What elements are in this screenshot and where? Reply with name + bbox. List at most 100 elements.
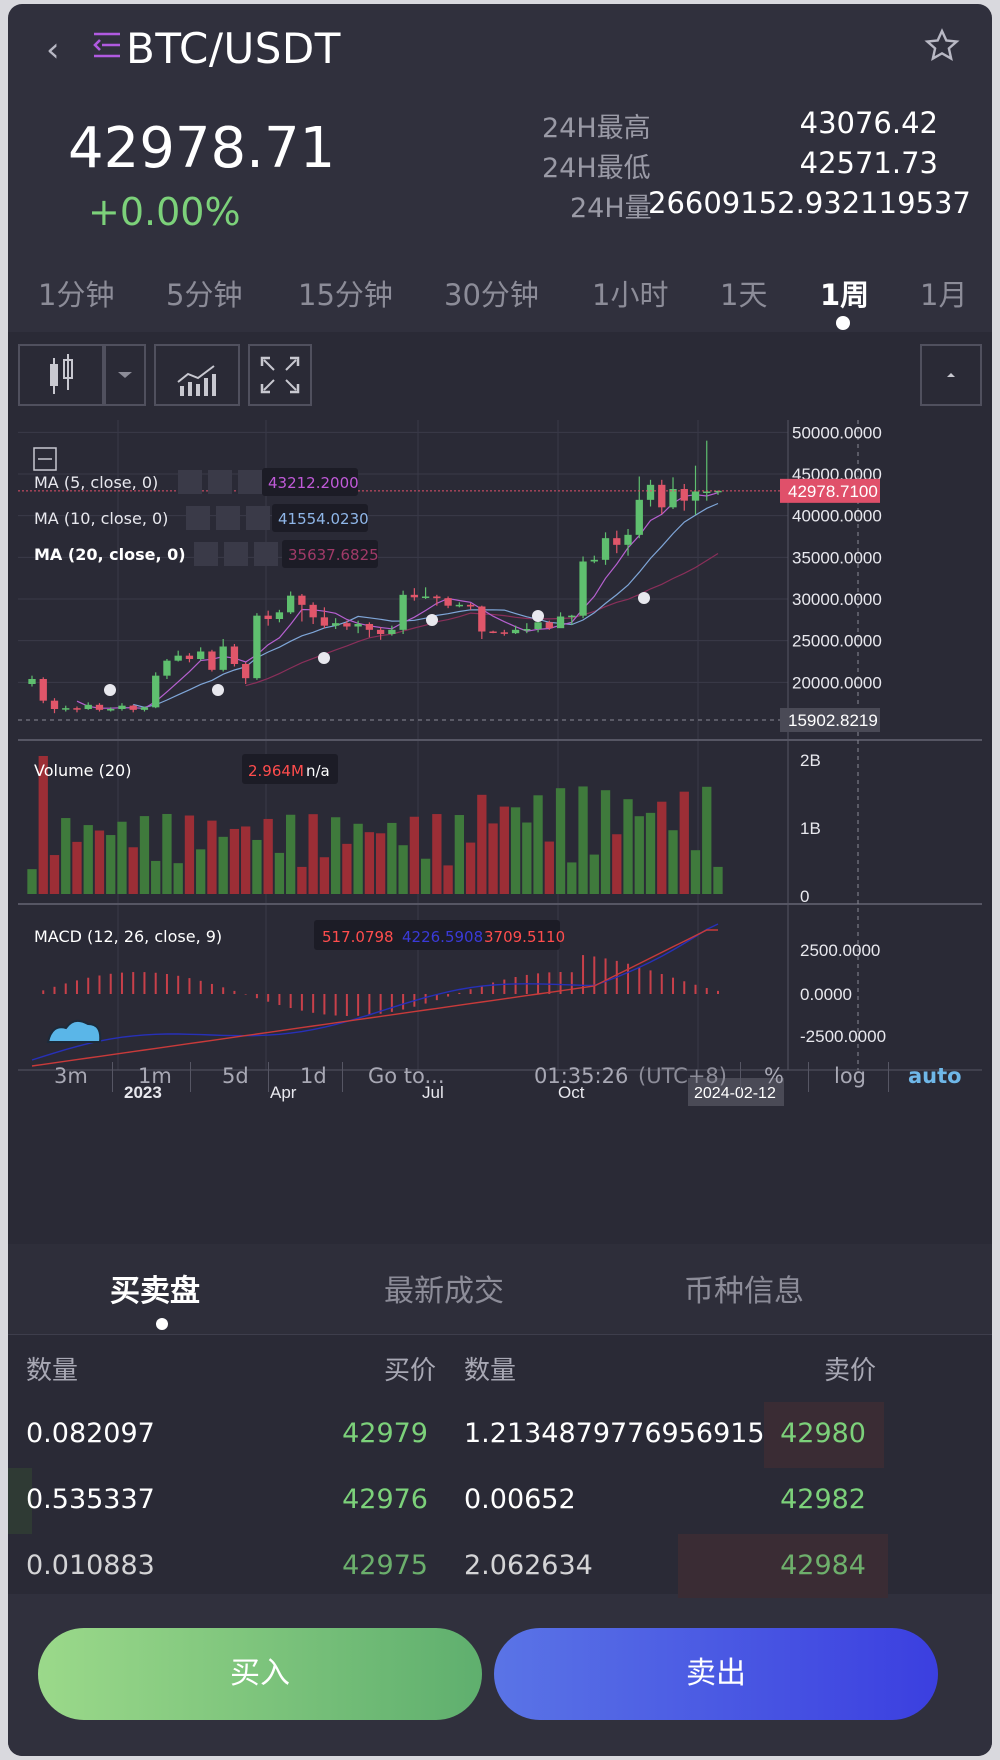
candle-body — [658, 484, 666, 508]
chart-type-dropdown[interactable] — [104, 344, 146, 406]
volume-bar — [420, 858, 431, 894]
back-icon[interactable]: ‹ — [46, 30, 60, 70]
fullscreen-button[interactable] — [248, 344, 312, 406]
buy-button[interactable]: 买入 — [38, 1628, 482, 1720]
candle-body — [309, 604, 317, 618]
candle-body — [489, 631, 497, 633]
candle-body — [174, 655, 182, 661]
volume-bar — [465, 842, 476, 894]
indicator-value: 41554.0230 — [278, 510, 369, 528]
volume-bar — [443, 865, 453, 894]
candlestick-icon — [50, 354, 73, 394]
volume-tick-label: 2B — [800, 751, 821, 770]
auto-toggle[interactable]: auto — [908, 1064, 962, 1088]
interval-tab[interactable]: 30分钟 — [444, 272, 539, 314]
price-tick-label: 20000.0000 — [792, 673, 882, 692]
candle-body — [208, 651, 216, 670]
candle-body — [343, 623, 351, 627]
log-toggle[interactable]: log — [834, 1064, 866, 1088]
price-tick-label: 30000.0000 — [792, 590, 882, 609]
candle-body — [264, 615, 272, 619]
macd-tick-label: 0.0000 — [800, 985, 852, 1004]
price-chart[interactable]: 50000.000045000.000040000.000035000.0000… — [18, 420, 982, 1140]
volume-bar — [72, 841, 82, 894]
candle-body — [523, 629, 531, 631]
high-label: 24H最高 — [542, 113, 651, 144]
candle-body — [376, 629, 385, 634]
volume-bar — [117, 821, 127, 894]
volume-bar — [499, 806, 509, 894]
candle-body — [219, 646, 227, 670]
divider — [268, 1062, 269, 1092]
candle-body — [691, 491, 700, 501]
volume-bar — [567, 862, 577, 894]
volume-bar — [83, 825, 93, 894]
candle-body — [107, 709, 115, 711]
range-button[interactable]: 1m — [138, 1064, 172, 1088]
range-button[interactable]: 1d — [300, 1064, 327, 1088]
candle-body — [197, 651, 205, 659]
ask-price[interactable]: 42982 — [746, 1484, 866, 1515]
settings-icon — [208, 470, 232, 494]
volume-bar — [139, 816, 150, 894]
macd-value-3: 3709.5110 — [484, 928, 565, 946]
volume-value-na: n/a — [306, 762, 330, 780]
candle-body — [444, 598, 452, 606]
bid-price[interactable]: 42979 — [308, 1418, 428, 1449]
bid-price[interactable]: 42975 — [308, 1550, 428, 1581]
volume-bar — [623, 799, 633, 894]
volume-bar — [252, 839, 262, 894]
candle-style-button[interactable] — [18, 344, 104, 406]
tab-orderbook[interactable]: 买卖盘 — [110, 1266, 200, 1310]
bid-price[interactable]: 42976 — [308, 1484, 428, 1515]
candle-body — [39, 679, 47, 701]
volume-bar — [330, 817, 341, 894]
tab-coin-info[interactable]: 币种信息 — [684, 1266, 804, 1310]
bid-price-header: 买价 — [384, 1356, 437, 1386]
timezone[interactable]: (UTC+8) — [638, 1064, 727, 1088]
interval-tab[interactable]: 1天 — [720, 272, 767, 314]
volume-value: 2.964M — [248, 762, 304, 780]
tab-trades[interactable]: 最新成交 — [384, 1266, 504, 1310]
star-icon[interactable] — [924, 28, 960, 64]
volume-bar — [61, 818, 71, 894]
ask-price[interactable]: 42984 — [746, 1550, 866, 1581]
current-price-tag-label: 42978.7100 — [788, 482, 878, 501]
interval-tab[interactable]: 1月 — [920, 272, 967, 314]
volume-bar — [162, 813, 172, 894]
volume-bar — [432, 814, 442, 894]
ask-price[interactable]: 42980 — [746, 1418, 866, 1449]
volume-bar — [657, 801, 667, 894]
collapse-button[interactable] — [920, 344, 982, 406]
event-marker — [532, 610, 544, 622]
interval-tab[interactable]: 1分钟 — [38, 272, 114, 314]
indicators-button[interactable] — [154, 344, 240, 406]
volume-bar — [578, 786, 588, 894]
candle-body — [466, 604, 475, 607]
divider — [740, 1062, 741, 1092]
candle-body — [455, 604, 463, 607]
menu-icon[interactable] — [92, 30, 122, 60]
interval-tab[interactable]: 5分钟 — [166, 272, 242, 314]
macd-indicator-name: MACD (12, 26, close, 9) — [34, 927, 222, 946]
divider — [808, 1062, 809, 1092]
candle-body — [500, 632, 508, 634]
volume-bar — [128, 847, 138, 894]
volume-bar — [353, 823, 363, 894]
pair-title[interactable]: BTC/USDT — [126, 24, 341, 73]
range-button[interactable]: 5d — [222, 1064, 249, 1088]
interval-tab-active[interactable]: 1周 — [820, 272, 869, 314]
range-button[interactable]: 3m — [54, 1064, 88, 1088]
candle-body — [669, 489, 677, 508]
interval-tab[interactable]: 15分钟 — [298, 272, 393, 314]
indicator-value: 43212.2000 — [268, 474, 359, 492]
volume-bar — [218, 836, 228, 894]
go-to-button[interactable]: Go to... — [368, 1064, 445, 1088]
percent-toggle[interactable]: % — [764, 1064, 784, 1088]
volume-bar — [544, 841, 554, 894]
divider — [190, 1062, 191, 1092]
sell-button[interactable]: 卖出 — [494, 1628, 938, 1720]
chart-panel: 50000.0000 45000.0000 40000.0000 35000.0000… — [8, 332, 992, 1244]
candle-body — [62, 708, 70, 710]
interval-tab[interactable]: 1小时 — [592, 272, 668, 314]
